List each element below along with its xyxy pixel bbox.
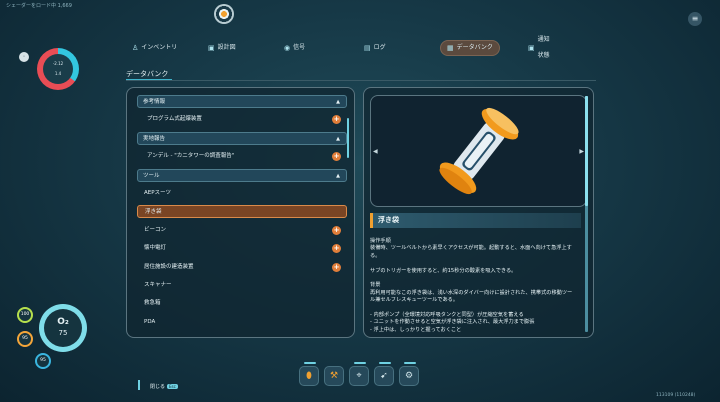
- caret-up-icon: ▲: [336, 99, 340, 105]
- new-badge-icon: +: [332, 152, 341, 162]
- menu-icon[interactable]: ≡: [688, 12, 702, 26]
- blueprint-icon: ▣: [208, 44, 215, 52]
- divider: [126, 80, 596, 81]
- list-item[interactable]: プログラム式起爆装置 +: [137, 113, 347, 126]
- small-hud-button[interactable]: ◦: [19, 52, 29, 62]
- list-item[interactable]: PDA: [137, 316, 347, 329]
- list-item[interactable]: ビーコン +: [137, 224, 347, 237]
- builder-icon: ⚙: [404, 371, 414, 381]
- tab-bar: ♙ インベントリ ▣ 設計図 ◉ 信号 ▤ ログ ▦ データバンク ▣ 通知状態: [118, 36, 558, 59]
- temperature-meter: 95: [35, 353, 51, 369]
- person-icon: ♙: [132, 44, 139, 52]
- list-item-selected[interactable]: 浮き袋: [137, 205, 347, 219]
- coordinates-readout: 113109 (110248): [656, 393, 696, 398]
- scanner-icon: ⌖: [356, 371, 362, 381]
- quickslot[interactable]: ➹: [374, 362, 394, 386]
- databank-icon: ▦: [447, 44, 454, 52]
- category-header[interactable]: 参考情報 ▲: [137, 95, 347, 108]
- close-hint[interactable]: 閉じる Esc: [138, 380, 178, 390]
- list-item[interactable]: スキャナー: [137, 279, 347, 292]
- tab-notifications[interactable]: ▣ 通知状態: [522, 36, 558, 59]
- caret-up-icon: ▲: [336, 172, 340, 179]
- entry-body: 操作手順 装備時、ツールベルトから素早くアクセスが可能。起動すると、水面へ向けて…: [370, 238, 573, 333]
- entry-list: 参考情報 ▲ プログラム式起爆装置 + 実地報告 ▲ アンデル - "カニタワーの調査…: [137, 95, 347, 334]
- list-item[interactable]: AEPスーツ: [137, 187, 347, 200]
- esc-key-icon: Esc: [167, 384, 178, 389]
- category-header[interactable]: 実地報告 ▲: [137, 131, 347, 145]
- new-badge-icon: +: [332, 244, 341, 254]
- entry-image: ◀ ▶: [370, 95, 587, 207]
- quickslot[interactable]: ⬮: [299, 362, 319, 386]
- food-meter: 100: [17, 307, 33, 323]
- loading-status: シェーダーをロード中 1,669: [6, 3, 72, 9]
- water-meter: 95: [17, 331, 33, 347]
- list-item[interactable]: 居住施設の建造装置 +: [137, 261, 347, 274]
- compass-icon: [214, 4, 234, 24]
- prev-arrow-icon[interactable]: ◀: [373, 148, 378, 155]
- caret-up-icon: ▲: [336, 135, 340, 142]
- quickslot[interactable]: ⚒: [324, 366, 344, 386]
- log-icon: ▤: [364, 44, 371, 52]
- tab-inventory[interactable]: ♙ インベントリ: [126, 40, 183, 56]
- tab-signals[interactable]: ◉ 信号: [278, 40, 311, 56]
- entry-title-bar: 浮き袋: [370, 213, 581, 228]
- signal-icon: ◉: [284, 44, 291, 52]
- entry-title: 浮き袋: [378, 216, 399, 224]
- air-bladder-icon: [439, 107, 519, 195]
- seaglide-icon: ➹: [380, 371, 388, 381]
- scroll-thumb[interactable]: [585, 96, 588, 206]
- list-scrollbar[interactable]: [347, 118, 349, 158]
- list-item[interactable]: 救急箱: [137, 297, 347, 310]
- new-badge-icon: +: [332, 262, 341, 272]
- detail-scrollbar[interactable]: [585, 96, 588, 332]
- quickslot-bar: ⬮ ⚒ ⌖ ➹ ⚙: [299, 362, 421, 388]
- quickslot[interactable]: ⚙: [399, 362, 419, 386]
- next-arrow-icon[interactable]: ▶: [579, 148, 584, 155]
- tab-log[interactable]: ▤ ログ: [358, 40, 392, 56]
- hammer-icon: ⚒: [329, 371, 339, 381]
- oxygen-gauge: O₂ 75: [39, 304, 87, 352]
- bladder-icon: ⬮: [306, 371, 312, 381]
- page-title: データバンク: [126, 70, 173, 80]
- new-badge-icon: +: [332, 225, 341, 235]
- entry-detail-panel: ◀ ▶ 浮き袋 操作手順 装備時、ツールベルトから素早くアクセスが可能。起動する…: [363, 87, 594, 338]
- entry-list-panel: 参考情報 ▲ プログラム式起爆装置 + 実地報告 ▲ アンデル - "カニタワーの調査…: [126, 87, 355, 338]
- tab-databank[interactable]: ▦ データバンク: [440, 40, 500, 56]
- notification-icon: ▣: [528, 44, 535, 52]
- list-item[interactable]: 懐中電灯 +: [137, 242, 347, 255]
- quickslot[interactable]: ⌖: [349, 362, 369, 386]
- new-badge-icon: +: [332, 115, 341, 125]
- list-item[interactable]: アンデル - "カニタワーの調査報告" +: [137, 150, 347, 163]
- category-header[interactable]: ツール ▲: [137, 168, 347, 182]
- tab-blueprints[interactable]: ▣ 設計図: [202, 40, 242, 56]
- depth-gauge: -2.12 1.4: [37, 48, 79, 90]
